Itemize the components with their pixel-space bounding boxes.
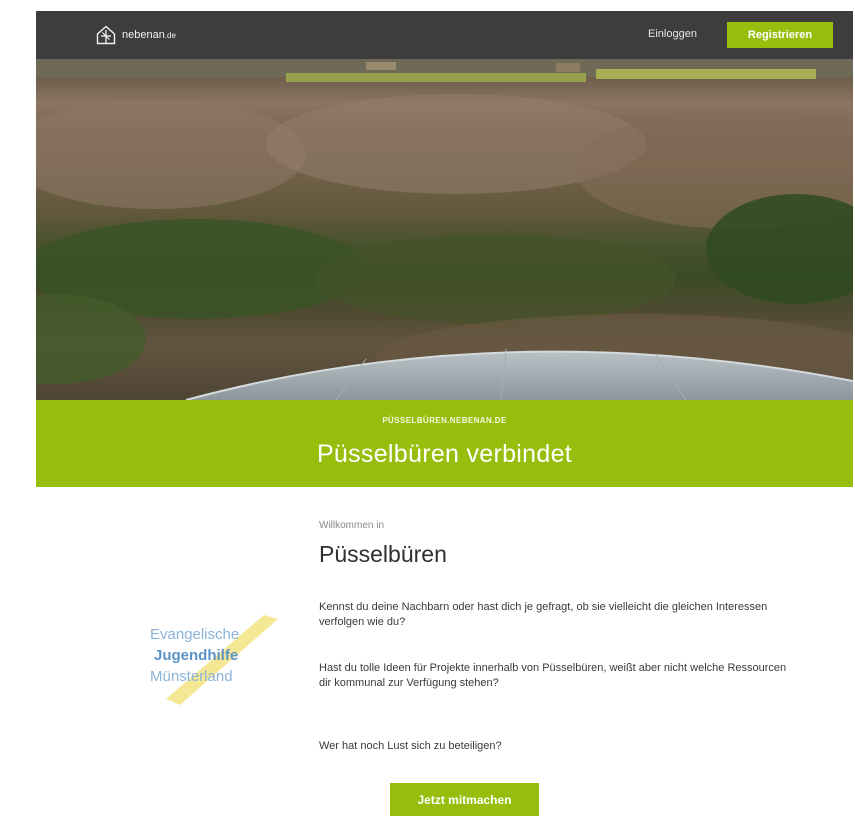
register-button[interactable]: Registrieren	[727, 22, 833, 48]
house-logo-icon	[96, 25, 116, 45]
brand-wordmark: nebenan.de	[122, 29, 176, 41]
site-domain-label: PÜSSELBÜREN.NEBENAN.DE	[382, 416, 507, 425]
hero-title-band: PÜSSELBÜREN.NEBENAN.DE Püsselbüren verbi…	[36, 400, 853, 487]
page: nebenan.de Einloggen Registrieren PÜSSEL…	[36, 11, 853, 816]
join-now-button[interactable]: Jetzt mitmachen	[390, 783, 539, 816]
partner-logo: Evangelische Jugendhilfe Münsterland	[150, 615, 278, 705]
intro-paragraph-3: Wer hat noch Lust sich zu beteiligen?	[319, 740, 502, 752]
logo-line-3: Münsterland	[150, 668, 233, 685]
logo-line-2: Jugendhilfe	[154, 647, 238, 664]
intro-paragraph-1: Kennst du deine Nachbarn oder hast dich …	[319, 601, 768, 628]
logo-line-1: Evangelische	[150, 626, 239, 643]
hero-landscape-illustration	[36, 59, 853, 400]
welcome-label: Willkommen in	[319, 520, 385, 531]
login-link[interactable]: Einloggen	[648, 28, 697, 40]
brand-logo[interactable]: nebenan.de	[96, 24, 176, 46]
top-navigation-bar: nebenan.de Einloggen Registrieren	[36, 11, 853, 59]
hero-title: Püsselbüren verbindet	[316, 440, 573, 468]
intro-paragraph-2: Hast du tolle Ideen für Projekte innerha…	[319, 662, 787, 689]
hero-landscape-image	[36, 59, 853, 400]
town-heading: Püsselbüren	[319, 541, 447, 567]
